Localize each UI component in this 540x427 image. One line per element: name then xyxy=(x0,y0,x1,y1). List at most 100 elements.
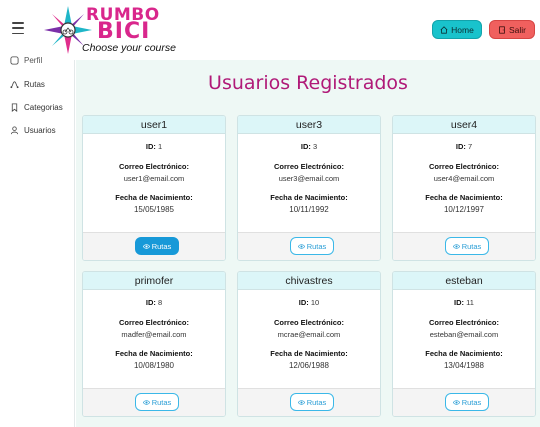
rutas-button[interactable]: Rutas xyxy=(445,237,489,255)
user-id-line: ID: 10 xyxy=(238,298,380,307)
sidebar-item-rutas[interactable]: Rutas xyxy=(10,80,45,89)
user-circle-icon xyxy=(10,56,19,65)
page-title: Usuarios Registrados xyxy=(208,72,408,94)
user-id-value: 7 xyxy=(467,142,473,151)
user-id-line: ID: 1 xyxy=(83,142,225,151)
user-card-body: ID: 1 Correo Electrónico: user1@email.com F… xyxy=(83,134,225,232)
user-email-value: mcrae@email.com xyxy=(277,330,341,339)
user-card-body: ID: 8 Correo Electrónico: madfer@email.com… xyxy=(83,290,225,388)
sidebar-item-label: Categorias xyxy=(24,103,63,112)
user-card: primofer ID: 8 Correo Electrónico: madfer@e… xyxy=(82,271,226,417)
user-card-name: primofer xyxy=(83,272,225,290)
rumbo-bici-logo[interactable]: RUMBO BICI Choose your course xyxy=(42,4,182,56)
salir-button-label: Salir xyxy=(508,24,526,35)
sidebar: Perfil Rutas Categorias Usuarios xyxy=(0,56,75,427)
user-birth-value: 12/06/1988 xyxy=(288,361,330,370)
user-id-value: 11 xyxy=(466,298,474,307)
user-id-value: 3 xyxy=(312,142,318,151)
id-label: ID: xyxy=(454,298,465,307)
email-label: Correo Electrónico: xyxy=(118,318,189,327)
eye-icon xyxy=(452,243,460,249)
birth-label: Fecha de Nacimiento: xyxy=(115,349,193,358)
rutas-button[interactable]: Rutas xyxy=(135,237,179,255)
user-birth-value: 10/08/1980 xyxy=(133,361,175,370)
hamburger-menu-icon[interactable] xyxy=(12,22,24,34)
user-card-footer: Rutas xyxy=(238,232,380,260)
user-card-footer: Rutas xyxy=(393,232,535,260)
rutas-button[interactable]: Rutas xyxy=(290,393,334,411)
email-label: Correo Electrónico: xyxy=(118,162,189,171)
user-card-body: ID: 7 Correo Electrónico: user4@email.com F… xyxy=(393,134,535,232)
eye-icon xyxy=(142,399,150,405)
rutas-button[interactable]: Rutas xyxy=(135,393,179,411)
sidebar-item-label: Usuarios xyxy=(24,126,56,135)
user-email-value: user3@email.com xyxy=(278,174,340,183)
home-icon xyxy=(440,25,448,34)
user-email-value: user4@email.com xyxy=(433,174,495,183)
user-card: chivastres ID: 10 Correo Electrónico: mcrae… xyxy=(237,271,381,417)
user-card-name: user1 xyxy=(83,116,225,134)
sidebar-item-usuarios[interactable]: Usuarios xyxy=(10,126,56,135)
rutas-button[interactable]: Rutas xyxy=(290,237,334,255)
main-content: Usuarios Registrados user1 ID: 1 Correo El… xyxy=(76,60,540,427)
user-email-value: esteban@email.com xyxy=(429,330,499,339)
rutas-button-label: Rutas xyxy=(151,397,172,407)
sidebar-item-perfil[interactable]: Perfil xyxy=(10,56,42,65)
eye-icon xyxy=(297,399,305,405)
birth-label: Fecha de Nacimiento: xyxy=(270,349,348,358)
user-card-body: ID: 10 Correo Electrónico: mcrae@email.com… xyxy=(238,290,380,388)
eye-icon xyxy=(297,243,305,249)
rutas-button-label: Rutas xyxy=(306,397,327,407)
user-card: user4 ID: 7 Correo Electrónico: user4@email… xyxy=(392,115,536,261)
user-card-body: ID: 11 Correo Electrónico: esteban@email.c… xyxy=(393,290,535,388)
user-card-name: user3 xyxy=(238,116,380,134)
top-navbar: RUMBO BICI Choose your course Home Salir xyxy=(0,0,540,60)
user-card-name: user4 xyxy=(393,116,535,134)
user-id-value: 1 xyxy=(157,142,163,151)
birth-label: Fecha de Nacimiento: xyxy=(425,349,503,358)
home-button-label: Home xyxy=(451,24,474,35)
user-birth-value: 13/04/1988 xyxy=(443,361,485,370)
user-id-line: ID: 3 xyxy=(238,142,380,151)
rutas-button-label: Rutas xyxy=(151,241,172,251)
eye-icon xyxy=(142,243,150,249)
user-card-footer: Rutas xyxy=(238,388,380,416)
user-email-value: user1@email.com xyxy=(123,174,185,183)
user-id-line: ID: 7 xyxy=(393,142,535,151)
user-card-footer: Rutas xyxy=(393,388,535,416)
user-id-line: ID: 8 xyxy=(83,298,225,307)
user-id-line: ID: 11 xyxy=(393,298,535,307)
home-button[interactable]: Home xyxy=(432,20,482,39)
id-label: ID: xyxy=(145,142,156,151)
user-card: esteban ID: 11 Correo Electrónico: esteban@… xyxy=(392,271,536,417)
birth-label: Fecha de Nacimiento: xyxy=(270,193,348,202)
user-email-value: madfer@email.com xyxy=(121,330,187,339)
logo-tagline: Choose your course xyxy=(82,42,176,54)
rutas-button-label: Rutas xyxy=(461,397,482,407)
user-card-footer: Rutas xyxy=(83,388,225,416)
sidebar-item-label: Rutas xyxy=(24,80,45,89)
user-card-footer: Rutas xyxy=(83,232,225,260)
user-card-body: ID: 3 Correo Electrónico: user3@email.com F… xyxy=(238,134,380,232)
rutas-button-label: Rutas xyxy=(461,241,482,251)
id-label: ID: xyxy=(298,298,309,307)
id-label: ID: xyxy=(455,142,466,151)
user-birth-value: 10/11/1992 xyxy=(289,205,329,214)
user-id-value: 8 xyxy=(157,298,163,307)
user-card-name: esteban xyxy=(393,272,535,290)
birth-label: Fecha de Nacimiento: xyxy=(425,193,503,202)
user-birth-value: 10/12/1997 xyxy=(443,205,485,214)
route-icon xyxy=(10,81,19,89)
email-label: Correo Electrónico: xyxy=(273,162,344,171)
user-birth-value: 15/05/1985 xyxy=(133,205,175,214)
email-label: Correo Electrónico: xyxy=(428,162,499,171)
rutas-button[interactable]: Rutas xyxy=(445,393,489,411)
sidebar-item-categorias[interactable]: Categorias xyxy=(10,103,63,112)
id-label: ID: xyxy=(300,142,311,151)
user-id-value: 10 xyxy=(310,298,320,307)
user-card: user1 ID: 1 Correo Electrónico: user1@email… xyxy=(82,115,226,261)
user-card: user3 ID: 3 Correo Electrónico: user3@email… xyxy=(237,115,381,261)
user-icon xyxy=(10,126,19,135)
email-label: Correo Electrónico: xyxy=(273,318,344,327)
salir-button[interactable]: Salir xyxy=(489,20,535,39)
